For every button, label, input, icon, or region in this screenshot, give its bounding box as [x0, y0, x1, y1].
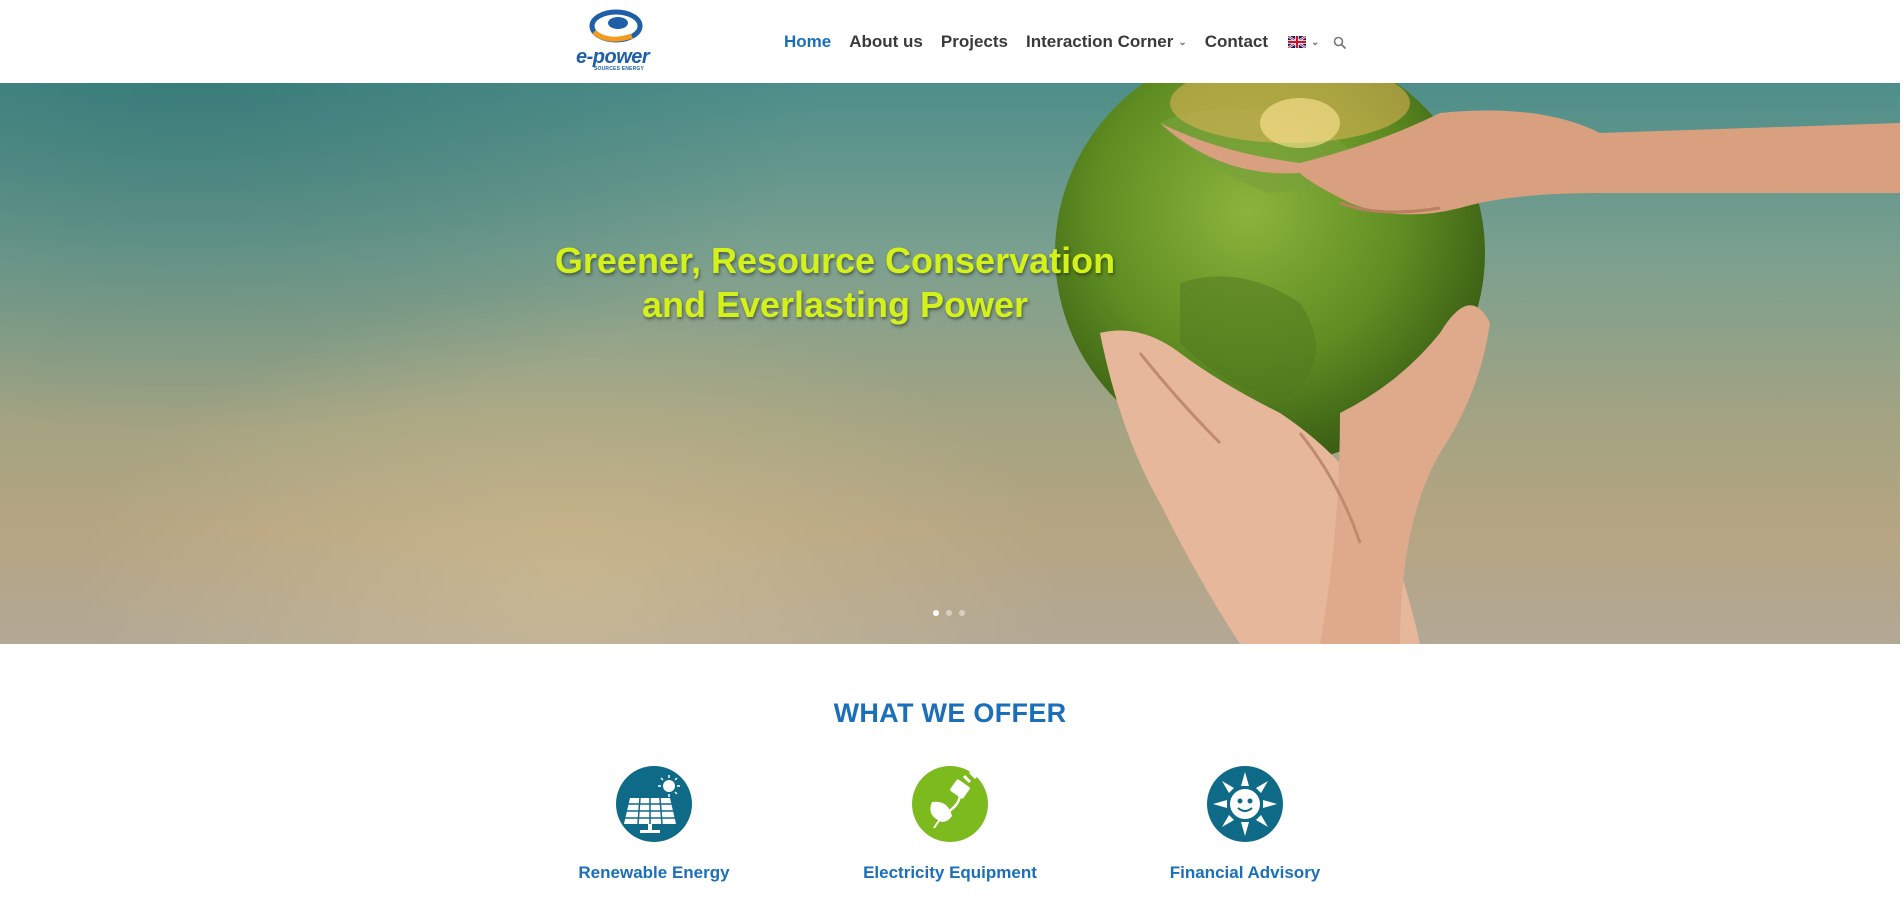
search-icon [1334, 36, 1347, 49]
hands-holding-globe-image [1055, 83, 1900, 644]
service-label: Financial Advisory [1169, 863, 1321, 882]
chevron-down-icon: ⌄ [1311, 36, 1320, 48]
site-header: e-power SOURCES ENERGY Home About us Pro… [0, 0, 1903, 83]
plug-leaf-icon [930, 770, 978, 829]
solar-panel-icon [624, 775, 680, 833]
search-button[interactable] [1333, 36, 1347, 55]
service-card-electricity-equipment[interactable]: Electricity Equipment [850, 766, 1050, 910]
slider-pagination [933, 610, 972, 616]
language-switcher[interactable]: ⌄ [1286, 36, 1319, 48]
service-icon-circle [1207, 766, 1283, 842]
section-title: WHAT WE OFFER [833, 698, 1067, 728]
nav-item-label: About us [849, 32, 923, 51]
nav-item-contact[interactable]: Contact [1205, 32, 1268, 52]
logo-subtext: SOURCES ENERGY [594, 66, 645, 72]
service-label: Electricity Equipment [863, 863, 1037, 882]
uk-flag-icon [1288, 36, 1307, 48]
service-icon-circle [616, 766, 692, 842]
e-power-logo[interactable]: e-power SOURCES ENERGY [576, 8, 658, 72]
nav-item-about-us[interactable]: About us [849, 32, 923, 52]
service-card-renewable-energy[interactable]: Renewable Energy [554, 766, 754, 910]
nav-item-label: Contact [1204, 32, 1269, 51]
nav-item-projects[interactable]: Projects [941, 32, 1008, 52]
hero-title-line: Greener, Resource Conservation [554, 240, 1116, 281]
hero-title-line: and Everlasting Power [641, 284, 1029, 325]
nav-item-label: Home [784, 32, 832, 51]
chevron-down-icon: ⌄ [1178, 36, 1187, 48]
slider-dot-2[interactable] [946, 610, 952, 616]
hero-slider[interactable]: Greener, Resource Conservation and Everl… [0, 83, 1900, 644]
service-label: Renewable Energy [578, 863, 730, 882]
slider-dot-1[interactable] [933, 610, 939, 616]
logo-swirl-icon [589, 9, 643, 43]
hero-title: Greener, Resource Conservation and Everl… [520, 239, 1150, 327]
nav-item-home[interactable]: Home [784, 32, 831, 52]
slider-dot-3[interactable] [959, 610, 965, 616]
service-card-financial-advisory[interactable]: Financial Advisory [1145, 766, 1345, 910]
nav-item-interaction-corner[interactable]: Interaction Corner ⌄ [1026, 32, 1187, 52]
main-nav: Home About us Projects Interaction Corne… [784, 30, 1347, 54]
service-icon-circle [912, 766, 988, 842]
sun-face-icon [1213, 772, 1277, 836]
nav-item-label: Interaction Corner [1025, 32, 1174, 51]
nav-item-label: Projects [940, 32, 1008, 51]
